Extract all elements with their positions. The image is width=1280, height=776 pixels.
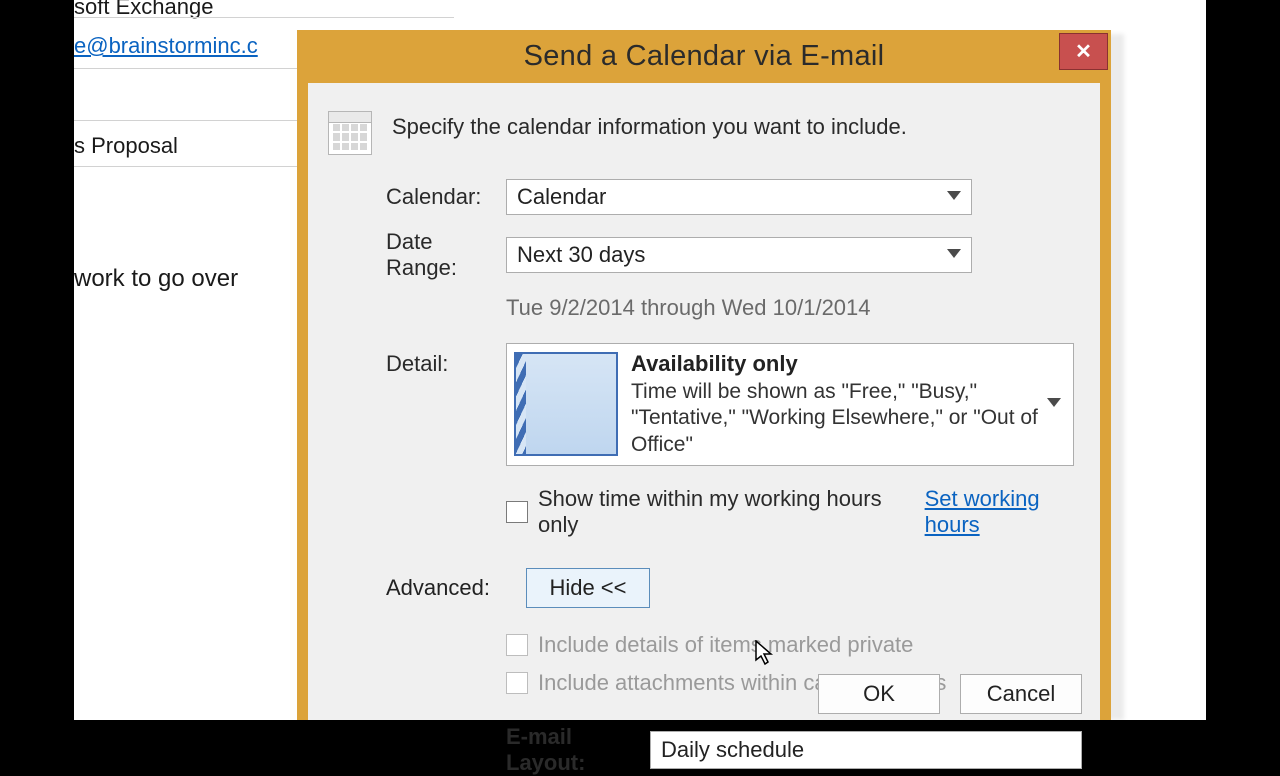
detail-description: Time will be shown as "Free," "Busy," "T… xyxy=(631,379,1063,458)
bg-email-link[interactable]: e@brainstorminc.c xyxy=(74,33,258,59)
chevron-down-icon xyxy=(1045,398,1063,410)
chevron-down-icon xyxy=(945,249,963,261)
dialog-title-bar: Send a Calendar via E-mail ✕ xyxy=(297,30,1111,83)
daterange-select[interactable]: Next 30 days xyxy=(506,237,972,273)
include-private-label: Include details of items marked private xyxy=(538,632,913,658)
include-attachments-checkbox[interactable] xyxy=(506,672,528,694)
dialog-title: Send a Calendar via E-mail xyxy=(524,40,885,73)
calendar-select[interactable]: Calendar xyxy=(506,179,972,215)
bg-body-fragment: work to go over xyxy=(74,265,238,293)
detail-preview-icon xyxy=(514,352,618,456)
daterange-label: Date Range: xyxy=(386,229,506,281)
email-layout-select[interactable]: Daily schedule xyxy=(650,731,1082,769)
hide-advanced-button[interactable]: Hide << xyxy=(526,568,650,608)
working-hours-label: Show time within my working hours only xyxy=(538,486,887,538)
calendar-select-value: Calendar xyxy=(517,184,606,210)
working-hours-checkbox[interactable] xyxy=(506,501,528,523)
include-private-checkbox[interactable] xyxy=(506,634,528,656)
calendar-label: Calendar: xyxy=(386,184,506,210)
bg-subject-fragment: s Proposal xyxy=(74,133,178,159)
daterange-select-value: Next 30 days xyxy=(517,242,645,268)
set-working-hours-link[interactable]: Set working hours xyxy=(925,486,1082,538)
advanced-label: Advanced: xyxy=(386,575,490,601)
background-email-window: soft Exchange e@brainstorminc.c s Propos… xyxy=(74,0,1206,720)
email-layout-label: E-mail Layout: xyxy=(506,724,636,776)
dialog-client-area: Specify the calendar information you wan… xyxy=(308,83,1100,720)
daterange-note: Tue 9/2/2014 through Wed 10/1/2014 xyxy=(506,295,1082,321)
cancel-button[interactable]: Cancel xyxy=(960,674,1082,714)
detail-select[interactable]: Availability only Time will be shown as … xyxy=(506,343,1074,466)
send-calendar-dialog: Send a Calendar via E-mail ✕ Specify the… xyxy=(297,30,1111,720)
detail-label: Detail: xyxy=(386,351,506,377)
calendar-icon xyxy=(328,111,372,155)
email-layout-value: Daily schedule xyxy=(661,737,804,763)
intro-text: Specify the calendar information you wan… xyxy=(392,111,907,140)
ok-button[interactable]: OK xyxy=(818,674,940,714)
close-icon: ✕ xyxy=(1075,42,1092,62)
chevron-down-icon xyxy=(945,191,963,203)
detail-title: Availability only xyxy=(631,351,1063,377)
close-button[interactable]: ✕ xyxy=(1059,33,1108,70)
